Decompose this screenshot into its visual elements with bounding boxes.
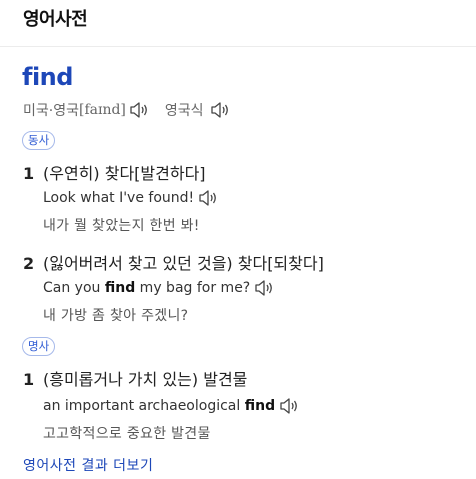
- sense-number: 1: [23, 164, 35, 183]
- example-english: Can you find my bag for me?: [43, 280, 276, 296]
- example-text: Look what I've found!: [43, 190, 195, 206]
- pos-badge-noun: 명사: [22, 337, 56, 356]
- page-title: 영어사전: [23, 9, 88, 30]
- example-english: an important archaeological find: [43, 398, 301, 414]
- speaker-icon[interactable]: [279, 398, 301, 414]
- example-korean: 고고학적으로 중요한 발견물: [43, 426, 211, 442]
- example-korean: 내가 뭘 찾았는지 한번 봐!: [43, 218, 200, 234]
- speaker-icon[interactable]: [210, 102, 232, 118]
- sense-number: 1: [23, 370, 35, 389]
- sense-definition: (잃어버려서 찾고 있던 것을) 찾다[되찾다]: [43, 254, 324, 273]
- sense-definition: (흥미롭거나 가치 있는) 발견물: [43, 370, 248, 389]
- pron-us-label: 미국·영국: [23, 103, 79, 119]
- speaker-icon[interactable]: [129, 102, 151, 118]
- example-korean: 내 가방 좀 찾아 주겠니?: [43, 308, 189, 324]
- header: 영어사전: [0, 0, 476, 47]
- pronunciation-row: 미국·영국 [faɪnd] 영국식: [23, 100, 232, 120]
- example-headword: find: [104, 280, 136, 296]
- sense-definition: (우연히) 찾다[발견하다]: [43, 164, 206, 183]
- example-headword: find: [244, 398, 276, 414]
- example-text: my bag for me?: [135, 280, 251, 296]
- example-english: Look what I've found!: [43, 190, 220, 206]
- more-results-link[interactable]: 영어사전 결과 더보기: [23, 455, 153, 475]
- headword-link[interactable]: find: [22, 63, 73, 91]
- pron-uk-label: 영국식: [164, 103, 204, 119]
- speaker-icon[interactable]: [198, 190, 220, 206]
- sense-item: 1 (흥미롭거나 가치 있는) 발견물 an important archaeo…: [23, 366, 463, 442]
- sense-item: 2 (잃어버려서 찾고 있던 것을) 찾다[되찾다] Can you find …: [23, 250, 463, 324]
- pron-ipa: [faɪnd]: [78, 102, 126, 118]
- pos-badge-verb: 동사: [22, 131, 56, 150]
- example-text: Can you: [43, 280, 105, 296]
- speaker-icon[interactable]: [254, 280, 276, 296]
- sense-item: 1 (우연히) 찾다[발견하다] Look what I've found! 내…: [23, 160, 463, 234]
- sense-number: 2: [23, 254, 35, 273]
- example-text: an important archaeological: [43, 398, 245, 414]
